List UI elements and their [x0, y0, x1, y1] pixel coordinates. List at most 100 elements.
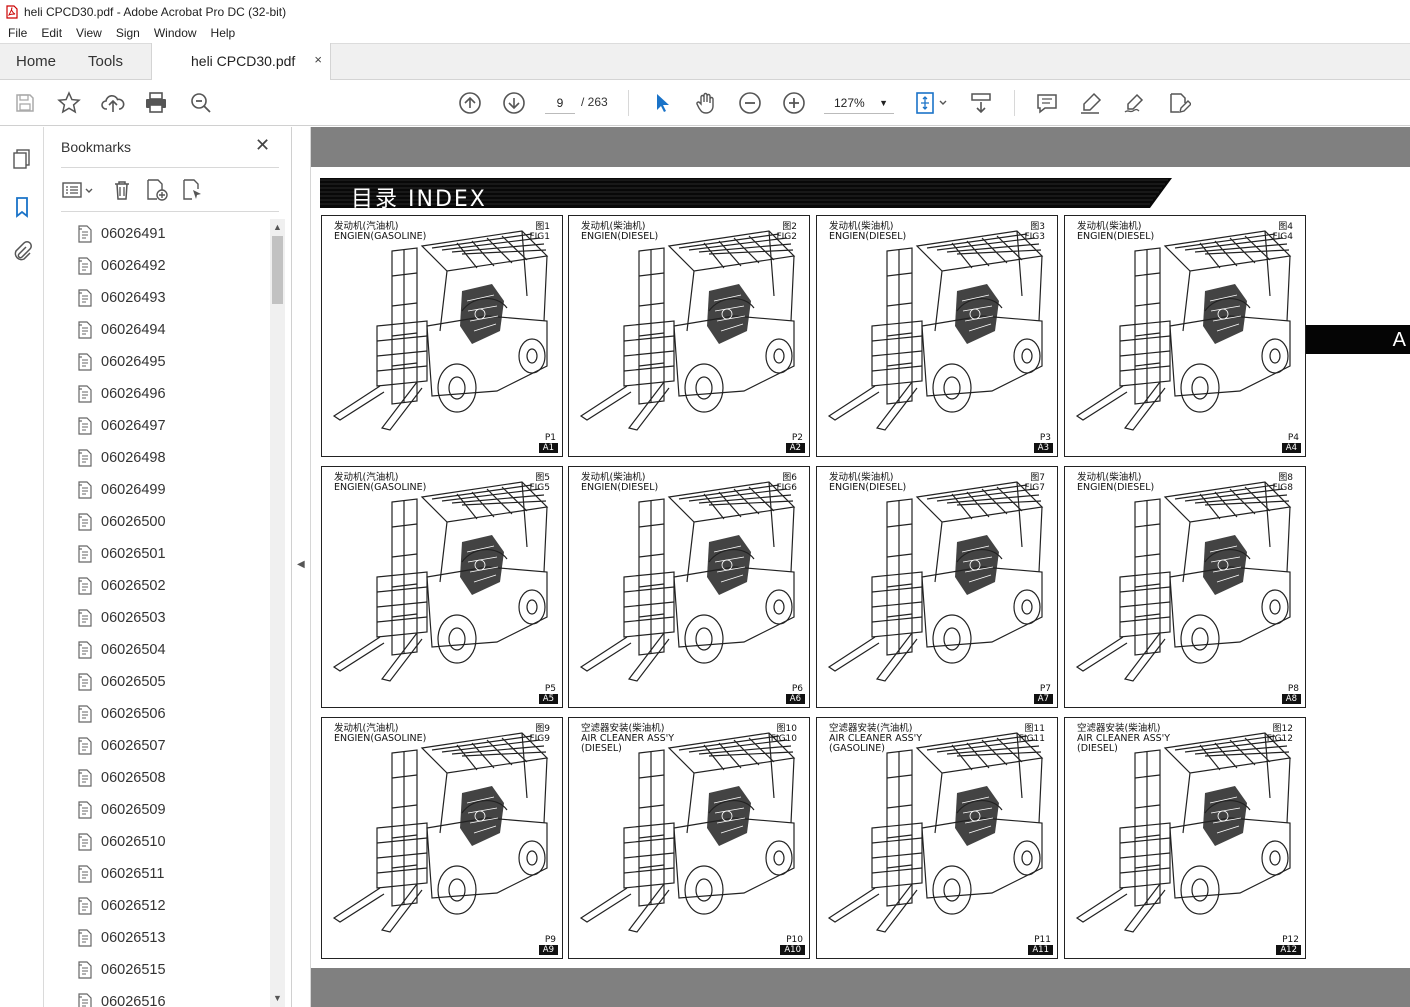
bookmark-item[interactable]: 06026506 — [77, 701, 166, 727]
hand-icon[interactable] — [693, 90, 719, 116]
figure-page-number: P1 — [544, 433, 556, 443]
bookmark-page-icon — [77, 289, 93, 307]
bookmark-label: 06026496 — [101, 386, 166, 402]
bookmark-item[interactable]: 06026494 — [77, 317, 166, 343]
bookmark-label: 06026507 — [101, 738, 166, 754]
bookmark-item[interactable]: 06026504 — [77, 637, 166, 663]
bookmark-search-icon[interactable] — [181, 177, 205, 203]
bookmark-page-icon — [77, 577, 93, 595]
scroll-down-icon[interactable]: ▼ — [273, 993, 282, 1003]
bookmark-item[interactable]: 06026509 — [77, 797, 166, 823]
bookmark-item[interactable]: 06026507 — [77, 733, 166, 759]
bookmark-page-icon — [77, 545, 93, 563]
menu-window[interactable]: Window — [147, 26, 204, 40]
page-number-input[interactable]: 9 — [545, 92, 575, 114]
zoom-out-icon[interactable] — [737, 90, 763, 116]
save-icon[interactable] — [12, 90, 38, 116]
comment-icon[interactable] — [1034, 90, 1060, 116]
pdf-page: 目录 INDEX A 发动机(汽油机) ENGIEN(GASOLINE) 图1 F… — [311, 167, 1410, 968]
menu-file[interactable]: File — [0, 26, 34, 40]
upload-cloud-icon[interactable] — [100, 90, 126, 116]
bookmark-item[interactable]: 06026501 — [77, 541, 166, 567]
toolbar-divider — [1014, 90, 1015, 116]
close-panel-icon[interactable]: ✕ — [255, 135, 270, 156]
bookmark-page-icon — [77, 321, 93, 339]
figure-number: 图9 FIG9 — [529, 724, 550, 744]
panel-splitter[interactable]: ◀ — [292, 127, 311, 1007]
bookmark-item[interactable]: 06026503 — [77, 605, 166, 631]
bookmark-label: 06026493 — [101, 290, 166, 306]
zoom-search-icon[interactable] — [188, 90, 214, 116]
menu-edit[interactable]: Edit — [34, 26, 69, 40]
tab-home[interactable]: Home — [16, 44, 56, 80]
figure-section-badge: A6 — [785, 694, 805, 704]
figure-caption: 空滤器安装(柴油机) AIR CLEANER ASS'Y (DIESEL) — [581, 723, 675, 754]
figure-page-number: P10 — [786, 935, 803, 945]
bookmark-page-icon — [77, 961, 93, 979]
new-bookmark-icon[interactable] — [145, 177, 169, 203]
bookmark-item[interactable]: 06026508 — [77, 765, 166, 791]
sign-icon[interactable] — [1122, 90, 1148, 116]
bookmarks-scrollbar[interactable]: ▲ ▼ — [270, 219, 285, 1007]
bookmark-item[interactable]: 06026502 — [77, 573, 166, 599]
figure-caption: 发动机(柴油机) ENGIEN(DIESEL) — [829, 472, 907, 493]
bookmark-label: 06026505 — [101, 674, 166, 690]
bookmark-page-icon — [77, 513, 93, 531]
bookmark-item[interactable]: 06026495 — [77, 349, 166, 375]
figure-caption: 发动机(汽油机) ENGIEN(GASOLINE) — [334, 472, 427, 493]
star-icon[interactable] — [56, 90, 82, 116]
bookmark-item[interactable]: 06026499 — [77, 477, 166, 503]
bookmark-item[interactable]: 06026510 — [77, 829, 166, 855]
menu-sign[interactable]: Sign — [109, 26, 147, 40]
bookmark-item[interactable]: 06026512 — [77, 893, 166, 919]
figure-caption: 发动机(柴油机) ENGIEN(DIESEL) — [581, 221, 659, 242]
bookmark-item[interactable]: 06026505 — [77, 669, 166, 695]
scroll-mode-icon[interactable] — [968, 90, 994, 116]
highlight-pen-icon[interactable] — [1078, 90, 1104, 116]
bookmark-item[interactable]: 06026516 — [77, 989, 166, 1007]
bookmark-item[interactable]: 06026496 — [77, 381, 166, 407]
collapse-panel-icon[interactable]: ◀ — [297, 559, 305, 570]
attachment-icon[interactable] — [10, 240, 34, 264]
bookmark-item[interactable]: 06026513 — [77, 925, 166, 951]
bookmark-item[interactable]: 06026515 — [77, 957, 166, 983]
scroll-thumb[interactable] — [272, 236, 283, 304]
figure-number: 图8 FIG8 — [1272, 473, 1293, 493]
figure-page-number: P8 — [1287, 684, 1299, 694]
page-up-icon[interactable] — [457, 90, 483, 116]
bookmark-options-icon[interactable] — [61, 177, 97, 203]
zoom-select[interactable]: 127% ▼ — [824, 92, 894, 114]
bookmark-item[interactable]: 06026493 — [77, 285, 166, 311]
bookmark-label: 06026504 — [101, 642, 166, 658]
delete-bookmark-icon[interactable] — [111, 177, 133, 203]
document-view[interactable]: 目录 INDEX A 发动机(汽油机) ENGIEN(GASOLINE) 图1 F… — [311, 127, 1410, 1007]
bookmark-label: 06026494 — [101, 322, 166, 338]
menu-view[interactable]: View — [69, 26, 109, 40]
figure-page-number: P4 — [1287, 433, 1299, 443]
bookmark-item[interactable]: 06026491 — [77, 221, 166, 247]
fit-page-icon[interactable] — [913, 90, 951, 116]
bookmark-icon[interactable] — [10, 195, 34, 219]
bookmark-item[interactable]: 06026500 — [77, 509, 166, 535]
select-arrow-icon[interactable] — [649, 90, 675, 116]
zoom-in-icon[interactable] — [781, 90, 807, 116]
title-bar: heli CPCD30.pdf - Adobe Acrobat Pro DC (… — [0, 0, 1410, 23]
print-icon[interactable] — [143, 90, 169, 116]
page-down-icon[interactable] — [501, 90, 527, 116]
figure-caption: 发动机(柴油机) ENGIEN(DIESEL) — [1077, 472, 1155, 493]
bookmark-item[interactable]: 06026498 — [77, 445, 166, 471]
tab-tools[interactable]: Tools — [88, 44, 123, 80]
close-tab-icon[interactable]: × — [314, 52, 322, 67]
bookmark-item[interactable]: 06026497 — [77, 413, 166, 439]
figure-cell: 发动机(柴油机) ENGIEN(DIESEL) 图8 FIG8 P8 A8 — [1064, 466, 1306, 708]
bookmark-item[interactable]: 06026511 — [77, 861, 164, 887]
bookmark-item[interactable]: 06026492 — [77, 253, 166, 279]
tab-document[interactable]: heli CPCD30.pdf × — [151, 43, 331, 80]
menu-help[interactable]: Help — [204, 26, 243, 40]
fill-sign-icon[interactable] — [1166, 90, 1192, 116]
bookmark-label: 06026499 — [101, 482, 166, 498]
bookmark-page-icon — [77, 481, 93, 499]
figure-page-number: P6 — [791, 684, 803, 694]
pages-icon[interactable] — [10, 147, 34, 171]
scroll-up-icon[interactable]: ▲ — [273, 222, 282, 232]
